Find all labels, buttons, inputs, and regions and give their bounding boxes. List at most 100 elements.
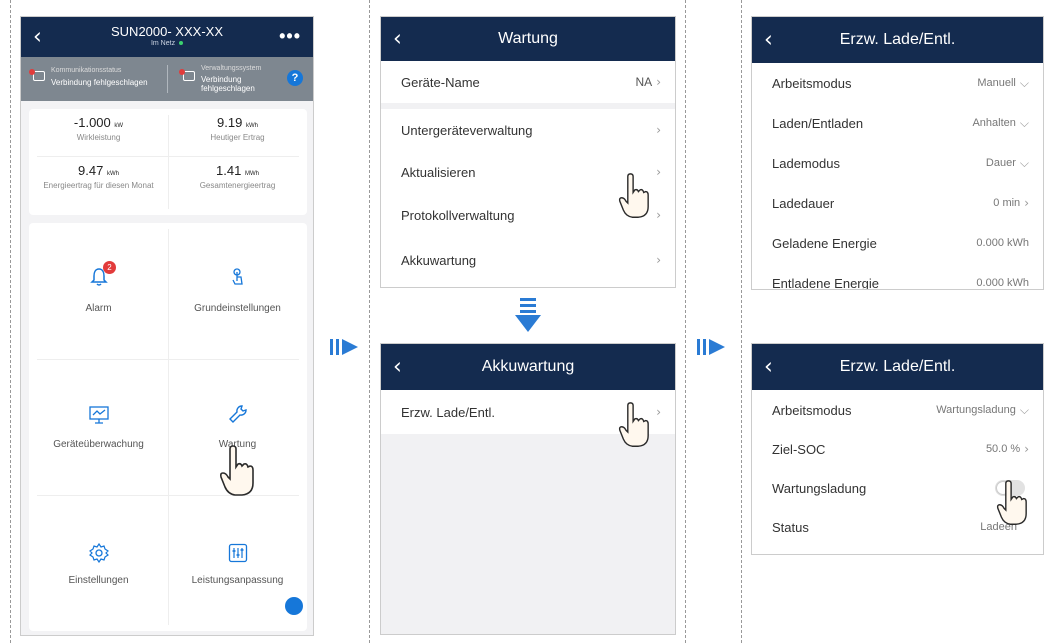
pointing-hand-icon <box>618 402 649 447</box>
chevron-right-icon: › <box>1024 196 1029 210</box>
row-label: Erzw. Lade/Entl. <box>401 404 495 420</box>
row-label: Aktualisieren <box>401 164 476 180</box>
navbar: ‹ Erzw. Lade/Entl. <box>752 344 1043 390</box>
gear-icon <box>89 543 109 563</box>
target-soc-value: 50.0 % <box>985 443 1021 455</box>
row-label: Lademodus <box>772 155 840 171</box>
sliders-icon <box>228 543 248 563</box>
pointing-hand-icon <box>219 445 254 496</box>
row-work-mode[interactable]: Arbeitsmodus Wartungsladung ⌵ <box>752 390 1043 430</box>
chevron-down-icon: ⌵ <box>1019 75 1029 90</box>
charge-discharge-value: Anhalten <box>972 117 1016 129</box>
chevron-right-icon: › <box>656 208 661 222</box>
tile-label: Geräteüberwachung <box>53 439 144 450</box>
tile-alarm[interactable]: 2 Alarm <box>29 223 168 359</box>
row-label: Arbeitsmodus <box>772 75 852 91</box>
row-label: Ziel-SOC <box>772 441 826 457</box>
chevron-right-icon: › <box>656 405 661 419</box>
row-battery-maintenance[interactable]: Akkuwartung › <box>381 237 675 283</box>
tile-label: Alarm <box>85 303 112 314</box>
chevron-down-icon: ⌵ <box>1019 115 1029 130</box>
screen-maintenance: ‹ Wartung Geräte-Name NA › Untergerätever… <box>380 16 676 288</box>
comm-status-value: Verbindung fehlgeschlagen <box>51 78 148 87</box>
chevron-right-icon: › <box>656 165 661 179</box>
tile-basic-settings[interactable]: Grundeinstellungen <box>168 223 307 359</box>
separator-left <box>10 0 11 643</box>
chevron-right-icon: › <box>656 123 661 137</box>
tile-device-monitoring[interactable]: Geräteüberwachung <box>29 359 168 495</box>
screen-forced-charge-maintenance: ‹ Erzw. Lade/Entl. Arbeitsmodus Wartungs… <box>751 343 1044 555</box>
flow-arrow-right-icon <box>330 339 358 355</box>
tile-label: Einstellungen <box>68 575 129 586</box>
row-device-name[interactable]: Geräte-Name NA › <box>381 61 675 109</box>
monitor-icon <box>89 406 109 424</box>
navbar: ‹ Wartung <box>381 17 675 61</box>
row-label: Untergeräteverwaltung <box>401 122 533 138</box>
stat-daily-yield: 9.19 kWh Heutiger Ertrag <box>210 115 265 142</box>
tile-label: Leistungsanpassung <box>191 575 284 586</box>
row-label: Protokollverwaltung <box>401 207 515 223</box>
row-label: Geladene Energie <box>772 235 877 251</box>
chevron-right-icon: › <box>1024 442 1029 456</box>
navbar: ‹ Erzw. Lade/Entl. <box>752 17 1043 63</box>
stat-active-power: -1.000 kW Wirkleistung <box>73 115 124 142</box>
comm-status-label: Kommunikationsstatus <box>51 67 122 74</box>
page-title: Erzw. Lade/Entl. <box>839 31 956 48</box>
row-discharged-energy: Entladene Energie 0.000 kWh <box>752 263 1043 290</box>
navbar: ‹ Akkuwartung <box>381 344 675 390</box>
discharged-energy-value: 0.000 kWh <box>976 277 1029 289</box>
trend-fab-icon[interactable] <box>285 597 303 615</box>
screen-battery-maintenance: ‹ Akkuwartung Erzw. Lade/Entl. › <box>380 343 676 635</box>
row-subdevice-management[interactable]: Untergeräteverwaltung › <box>381 109 675 151</box>
chevron-right-icon: › <box>656 75 661 89</box>
device-title: SUN2000- XXX-XX <box>111 24 223 39</box>
row-label: Wartungsladung <box>772 480 867 496</box>
chevron-down-icon: ⌵ <box>1019 402 1029 417</box>
chevron-right-icon: › <box>656 253 661 267</box>
page-title: Wartung <box>498 30 558 47</box>
row-label: Entladene Energie <box>772 275 879 290</box>
separator-mid2 <box>685 0 686 643</box>
wrench-icon <box>229 405 247 423</box>
tile-power-adjustment[interactable]: Leistungsanpassung <box>168 495 307 631</box>
row-label: Akkuwartung <box>401 252 477 268</box>
row-label: Laden/Entladen <box>772 115 864 131</box>
row-charge-discharge[interactable]: Laden/Entladen Anhalten ⌵ <box>752 103 1043 143</box>
online-dot-icon <box>179 41 184 46</box>
separator-right <box>741 0 742 643</box>
function-grid: 2 Alarm Grundeinstellungen Geräteüberwac… <box>29 223 307 631</box>
chevron-down-icon: ⌵ <box>1019 155 1029 170</box>
row-label: Geräte-Name <box>401 74 480 90</box>
charged-energy-value: 0.000 kWh <box>976 237 1029 249</box>
row-target-soc[interactable]: Ziel-SOC 50.0 % › <box>752 430 1043 468</box>
navbar: ‹ SUN2000- XXX-XX Im Netz ••• <box>21 17 313 57</box>
alarm-badge: 2 <box>103 261 116 274</box>
row-label: Ladedauer <box>772 195 835 211</box>
row-work-mode[interactable]: Arbeitsmodus Manuell ⌵ <box>752 63 1043 103</box>
pointing-hand-icon <box>618 173 649 218</box>
work-mode-value: Manuell <box>977 77 1016 89</box>
stat-monthly-yield: 9.47 kWh Energieertrag für diesen Monat <box>43 163 154 190</box>
page-title: Akkuwartung <box>481 358 575 375</box>
row-label: Arbeitsmodus <box>772 402 852 418</box>
page-title: Erzw. Lade/Entl. <box>839 358 956 375</box>
mgmt-status-value: Verbindung fehlgeschlagen <box>201 75 255 93</box>
tile-settings[interactable]: Einstellungen <box>29 495 168 631</box>
separator-mid <box>369 0 370 643</box>
stat-total-yield: 1.41 MWh Gesamtenergieertrag <box>199 163 276 190</box>
help-icon[interactable]: ? <box>287 70 303 86</box>
charge-duration-value: 0 min <box>993 197 1021 209</box>
row-charged-energy: Geladene Energie 0.000 kWh <box>752 223 1043 263</box>
flow-arrow-right-icon <box>697 339 725 355</box>
flow-arrow-down-icon <box>515 298 541 332</box>
charge-mode-value: Dauer <box>985 157 1016 169</box>
more-icon[interactable]: ••• <box>279 26 301 47</box>
tile-label: Grundeinstellungen <box>194 303 281 314</box>
mgmt-status-label: Verwaltungssystem <box>201 65 262 72</box>
row-charge-duration[interactable]: Ladedauer 0 min › <box>752 183 1043 223</box>
device-name-value: NA <box>635 75 653 89</box>
status-bar: Kommunikationsstatus Verbindung fehlgesc… <box>21 57 313 101</box>
pointing-hand-icon <box>996 480 1027 525</box>
row-charge-mode[interactable]: Lademodus Dauer ⌵ <box>752 143 1043 183</box>
tap-icon <box>232 268 243 285</box>
